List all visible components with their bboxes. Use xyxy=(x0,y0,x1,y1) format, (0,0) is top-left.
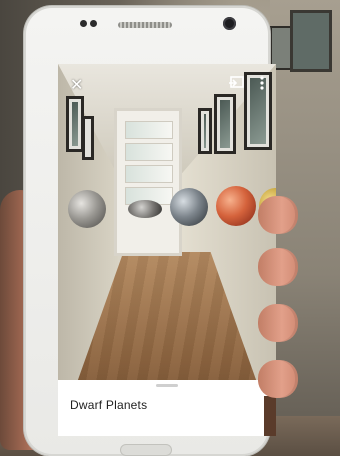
home-button[interactable] xyxy=(120,444,172,456)
hallway-picture-frame xyxy=(198,108,212,154)
ar-planet-blue[interactable] xyxy=(170,188,208,226)
ar-planet-red[interactable] xyxy=(216,186,256,226)
hallway-picture-frame xyxy=(214,94,236,154)
sheet-edge-shadow xyxy=(264,396,276,436)
ar-planet-gray[interactable] xyxy=(68,190,106,228)
proximity-sensor xyxy=(80,20,87,27)
hallway-picture-frame xyxy=(82,116,94,160)
front-camera xyxy=(223,17,236,30)
wall-picture-frame xyxy=(290,10,332,72)
close-icon[interactable]: ✕ xyxy=(70,78,86,94)
door-glass-pane xyxy=(125,143,173,161)
cast-icon[interactable] xyxy=(228,74,246,92)
phone-device: ✕ Dwarf Planets xyxy=(24,6,276,456)
earpiece-speaker xyxy=(118,22,172,28)
bottom-sheet[interactable]: Dwarf Planets xyxy=(58,380,276,436)
bottom-sheet-title: Dwarf Planets xyxy=(70,398,148,412)
door-glass-pane xyxy=(125,165,173,183)
finger xyxy=(258,196,298,234)
more-vert-icon[interactable] xyxy=(258,74,266,92)
hallway-door xyxy=(114,108,182,256)
finger xyxy=(258,304,298,342)
light-sensor xyxy=(90,20,97,27)
ar-camera-view[interactable]: ✕ Dwarf Planets xyxy=(58,64,276,436)
finger xyxy=(258,360,298,398)
sheet-drag-handle[interactable] xyxy=(156,384,178,387)
ar-planet-dark[interactable] xyxy=(128,200,162,218)
finger xyxy=(258,248,298,286)
door-glass-pane xyxy=(125,121,173,139)
